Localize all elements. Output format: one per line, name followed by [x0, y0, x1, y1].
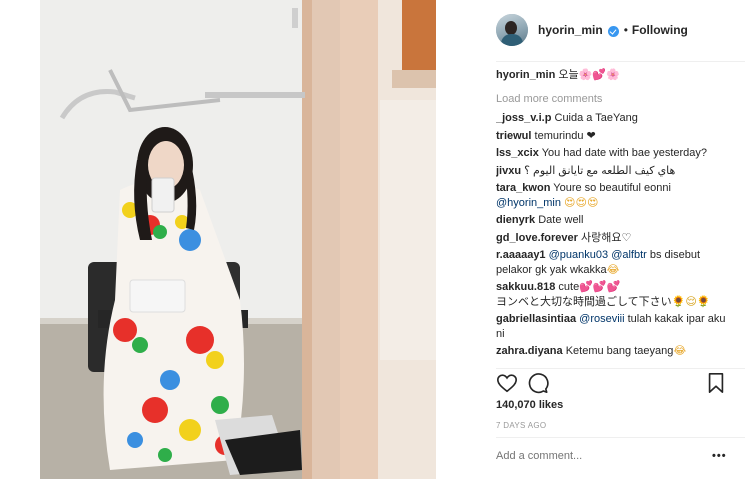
comments-list[interactable]: hyorin_min 오늘🌸💕🌸 Load more comments _jos…: [496, 66, 732, 368]
comment-box-divider: [496, 437, 745, 438]
comment-text: ヨンベと大切な時間過ごして下さい: [496, 295, 672, 308]
comment-emoji: 😍😍😍: [564, 195, 599, 209]
comment-item: _joss_v.i.p Cuida a TaeYang: [496, 111, 732, 126]
comment-item: gd_love.forever 사랑해요♡: [496, 231, 732, 246]
comment-username[interactable]: tara_kwon: [496, 182, 550, 194]
comment-emoji: 😂: [606, 262, 620, 276]
comment-item: zahra.diyana Ketemu bang taeyang😂: [496, 344, 732, 359]
comment-text: cute: [558, 281, 580, 293]
comment-text: Youre so beautiful eonni: [553, 182, 671, 194]
comment-username[interactable]: sakkuu.818: [496, 281, 555, 293]
comment-username[interactable]: gd_love.forever: [496, 232, 578, 244]
comment-text: You had date with bae yesterday?: [541, 147, 708, 159]
post-details-panel: hyorin_min • Following hyorin_min 오늘🌸💕🌸 …: [482, 0, 745, 479]
comment-item: dienyrk Date well: [496, 213, 732, 228]
heart-outline-icon[interactable]: [496, 372, 518, 399]
post-photo[interactable]: [40, 0, 436, 479]
separator-dot: •: [623, 23, 628, 37]
bookmark-icon[interactable]: [706, 372, 726, 399]
comment-item: r.aaaaay1 @puanku03 @alfbtr bs disebut p…: [496, 248, 732, 277]
author-username[interactable]: hyorin_min: [538, 23, 603, 37]
comment-username[interactable]: jivxu: [496, 165, 521, 177]
caption-username[interactable]: hyorin_min: [496, 69, 555, 81]
comment-username[interactable]: dienyrk: [496, 214, 535, 226]
caption-text: 오늘: [558, 69, 579, 81]
comment-username[interactable]: lss_xcix: [496, 147, 539, 159]
comment-username[interactable]: r.aaaaay1: [496, 249, 546, 261]
more-options-button[interactable]: •••: [712, 450, 727, 462]
caption-emoji: 🌸: [606, 68, 620, 81]
comment-emoji: 😂: [673, 344, 687, 357]
comment-mention[interactable]: @puanku03: [549, 249, 609, 261]
comment-text: Ketemu bang taeyang: [565, 345, 674, 357]
comment-item: tara_kwon Youre so beautiful eonni @hyor…: [496, 181, 732, 210]
photo-scene: [40, 0, 436, 479]
comment-username[interactable]: triewul: [496, 130, 531, 142]
post-timestamp[interactable]: 7 DAYS AGO: [496, 421, 546, 430]
post-actions: [496, 372, 726, 396]
comment-mention[interactable]: @roseviii: [579, 313, 624, 325]
load-more-comments-link[interactable]: Load more comments: [496, 92, 732, 107]
comment-item: jivxu هاي كيف الطلعه مع تايانق اليوم ؟: [496, 164, 732, 179]
comment-mention[interactable]: @hyorin_min: [496, 197, 561, 209]
comment-item: sakkuu.818 cute💕💕💕 ヨンベと大切な時間過ごして下さい🌻😌🌻: [496, 280, 732, 309]
comment-item: triewul temurindu ❤: [496, 129, 732, 144]
comment-text: temurindu ❤: [534, 129, 596, 142]
comment-username[interactable]: zahra.diyana: [496, 345, 563, 357]
comment-username[interactable]: _joss_v.i.p: [496, 112, 551, 124]
caption: hyorin_min 오늘🌸💕🌸: [496, 68, 732, 83]
comment-text: هاي كيف الطلعه مع تايانق اليوم ؟: [524, 164, 676, 177]
comment-item: lss_xcix You had date with bae yesterday…: [496, 146, 732, 161]
add-comment-input[interactable]: [496, 450, 696, 462]
avatar[interactable]: [496, 14, 528, 46]
header-divider: [496, 61, 745, 62]
comment-mention[interactable]: @alfbtr: [611, 249, 647, 261]
comment-item: gabriellasintiaa @roseviii tulah kakak i…: [496, 312, 732, 341]
following-button[interactable]: Following: [632, 23, 688, 37]
comment-text: Cuida a TaeYang: [554, 112, 638, 124]
post-header: hyorin_min • Following: [496, 12, 688, 48]
likes-count[interactable]: 140,070 likes: [496, 399, 563, 411]
comment-emoji: 💕💕💕: [579, 280, 621, 293]
comment-emoji: 🌻😌🌻: [671, 294, 711, 308]
speech-bubble-icon[interactable]: [527, 372, 549, 399]
comment-text: Date well: [538, 214, 584, 226]
actions-divider: [496, 368, 745, 369]
comment-username[interactable]: gabriellasintiaa: [496, 313, 576, 325]
caption-emoji: 🌸: [578, 68, 593, 81]
caption-emoji: 💕: [592, 68, 607, 81]
verified-badge-icon: [607, 25, 619, 37]
comment-text: 사랑해요♡: [580, 231, 632, 244]
